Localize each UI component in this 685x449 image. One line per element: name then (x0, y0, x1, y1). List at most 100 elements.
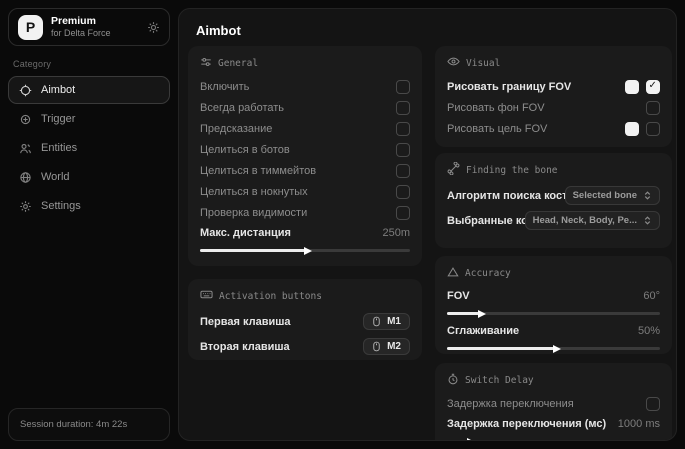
setting-row: Целиться в ботов (200, 139, 410, 160)
card-header-label: General (218, 58, 258, 69)
slider-label: Задержка переключения (мс) (447, 418, 610, 430)
checkbox[interactable] (396, 206, 410, 220)
session-duration-label: Session duration: 4m 22s (20, 419, 127, 430)
switch-delay-slider[interactable] (447, 440, 660, 441)
setting-label: Рисовать границу FOV (447, 81, 625, 93)
setting-label: Включить (200, 81, 396, 93)
keybind-row: Первая клавиша M1 (200, 309, 410, 334)
slider-value: 60° (643, 290, 660, 302)
keybind-button[interactable]: M1 (363, 313, 410, 330)
smoothing-slider[interactable] (447, 347, 660, 350)
card-header-label: Visual (466, 58, 500, 69)
checkbox[interactable] (646, 101, 660, 115)
slider-fill[interactable] (447, 440, 468, 441)
slider-fill[interactable] (200, 249, 305, 252)
slider-row: FOV 60° (447, 286, 660, 305)
setting-row: Всегда работать (200, 97, 410, 118)
chevron-up-down-icon (643, 191, 652, 200)
setting-row: Задержка переключения (447, 393, 660, 414)
sidebar: P Premium for Delta Force Category Aimbo… (8, 8, 170, 221)
eye-icon (447, 55, 460, 71)
keybind-value: M1 (387, 316, 401, 327)
sidebar-item-entities[interactable]: Entities (8, 134, 170, 162)
select-row: Выбранные кости Head, Neck, Body, Pe... (447, 208, 660, 233)
checkbox[interactable] (646, 122, 660, 136)
app-header: P Premium for Delta Force (8, 8, 170, 46)
keybind-value: M2 (387, 341, 401, 352)
checkbox[interactable] (646, 397, 660, 411)
sidebar-item-label: World (41, 171, 70, 183)
color-swatch[interactable] (625, 80, 639, 94)
setting-row: Рисовать границу FOV (447, 76, 660, 97)
triangle-icon (447, 266, 459, 281)
slider-row: Макс. дистанция 250m (200, 223, 410, 242)
app-logo: P (18, 15, 43, 40)
page-title: Aimbot (196, 23, 241, 38)
checkbox[interactable] (396, 80, 410, 94)
setting-label: Проверка видимости (200, 207, 396, 219)
stopwatch-icon (447, 373, 459, 388)
keybind-label: Первая клавиша (200, 316, 363, 328)
checkbox[interactable] (396, 185, 410, 199)
setting-label: Предсказание (200, 123, 396, 135)
setting-label: Рисовать фон FOV (447, 102, 646, 114)
target-icon (19, 113, 32, 126)
card-header-label: Activation buttons (219, 291, 322, 302)
checkbox[interactable] (396, 122, 410, 136)
card-header-label: Switch Delay (465, 375, 534, 386)
slider-fill[interactable] (447, 312, 479, 315)
app-subtitle: for Delta Force (51, 28, 111, 39)
mouse-icon (371, 341, 382, 352)
checkbox[interactable] (646, 80, 660, 94)
checkbox[interactable] (396, 101, 410, 115)
select-value: Head, Neck, Body, Pe... (533, 215, 637, 226)
setting-label: Всегда работать (200, 102, 396, 114)
sidebar-item-trigger[interactable]: Trigger (8, 105, 170, 133)
color-swatch[interactable] (625, 122, 639, 136)
gear-icon[interactable] (147, 21, 160, 34)
setting-row: Рисовать фон FOV (447, 97, 660, 118)
sidebar-item-settings[interactable]: Settings (8, 192, 170, 220)
keybind-button[interactable]: M2 (363, 338, 410, 355)
card-general: General Включить Всегда работать Предска… (188, 46, 422, 266)
crosshair-icon (19, 84, 32, 97)
select-label: Алгоритм поиска кости (447, 190, 565, 202)
globe-icon (19, 171, 32, 184)
keybind-row: Вторая клавиша M2 (200, 334, 410, 359)
bone-algorithm-select[interactable]: Selected bone (565, 186, 660, 205)
checkbox[interactable] (396, 143, 410, 157)
category-label: Category (13, 59, 165, 69)
select-label: Выбранные кости (447, 215, 525, 227)
card-finding-the-bone: Finding the bone Алгоритм поиска кости S… (435, 153, 672, 248)
card-visual: Visual Рисовать границу FOV Рисовать фон… (435, 46, 672, 147)
sidebar-item-world[interactable]: World (8, 163, 170, 191)
card-header-label: Accuracy (465, 268, 511, 279)
setting-row: Рисовать цель FOV (447, 118, 660, 139)
card-header-label: Finding the bone (466, 165, 558, 176)
fov-slider[interactable] (447, 312, 660, 315)
gear-icon (19, 200, 32, 213)
app-window: P Premium for Delta Force Category Aimbo… (0, 0, 685, 449)
slider-value: 1000 ms (618, 418, 660, 430)
selected-bones-select[interactable]: Head, Neck, Body, Pe... (525, 211, 660, 230)
setting-label: Целиться в тиммейтов (200, 165, 396, 177)
card-accuracy: Accuracy FOV 60° Сглаживание 50% (435, 256, 672, 354)
setting-label: Целиться в нокнутых (200, 186, 396, 198)
checkbox[interactable] (396, 164, 410, 178)
sidebar-item-label: Entities (41, 142, 77, 154)
sidebar-item-label: Trigger (41, 113, 75, 125)
sidebar-item-label: Settings (41, 200, 81, 212)
slider-value: 250m (382, 227, 410, 239)
slider-fill[interactable] (447, 347, 554, 350)
mouse-icon (371, 316, 382, 327)
slider-label: Макс. дистанция (200, 227, 374, 239)
setting-row: Целиться в нокнутых (200, 181, 410, 202)
setting-label: Задержка переключения (447, 398, 646, 410)
sidebar-item-aimbot[interactable]: Aimbot (8, 76, 170, 104)
bone-icon (447, 162, 460, 178)
keybind-label: Вторая клавиша (200, 341, 363, 353)
keyboard-icon (200, 288, 213, 304)
slider-label: Сглаживание (447, 325, 630, 337)
setting-row: Предсказание (200, 118, 410, 139)
max-distance-slider[interactable] (200, 249, 410, 252)
